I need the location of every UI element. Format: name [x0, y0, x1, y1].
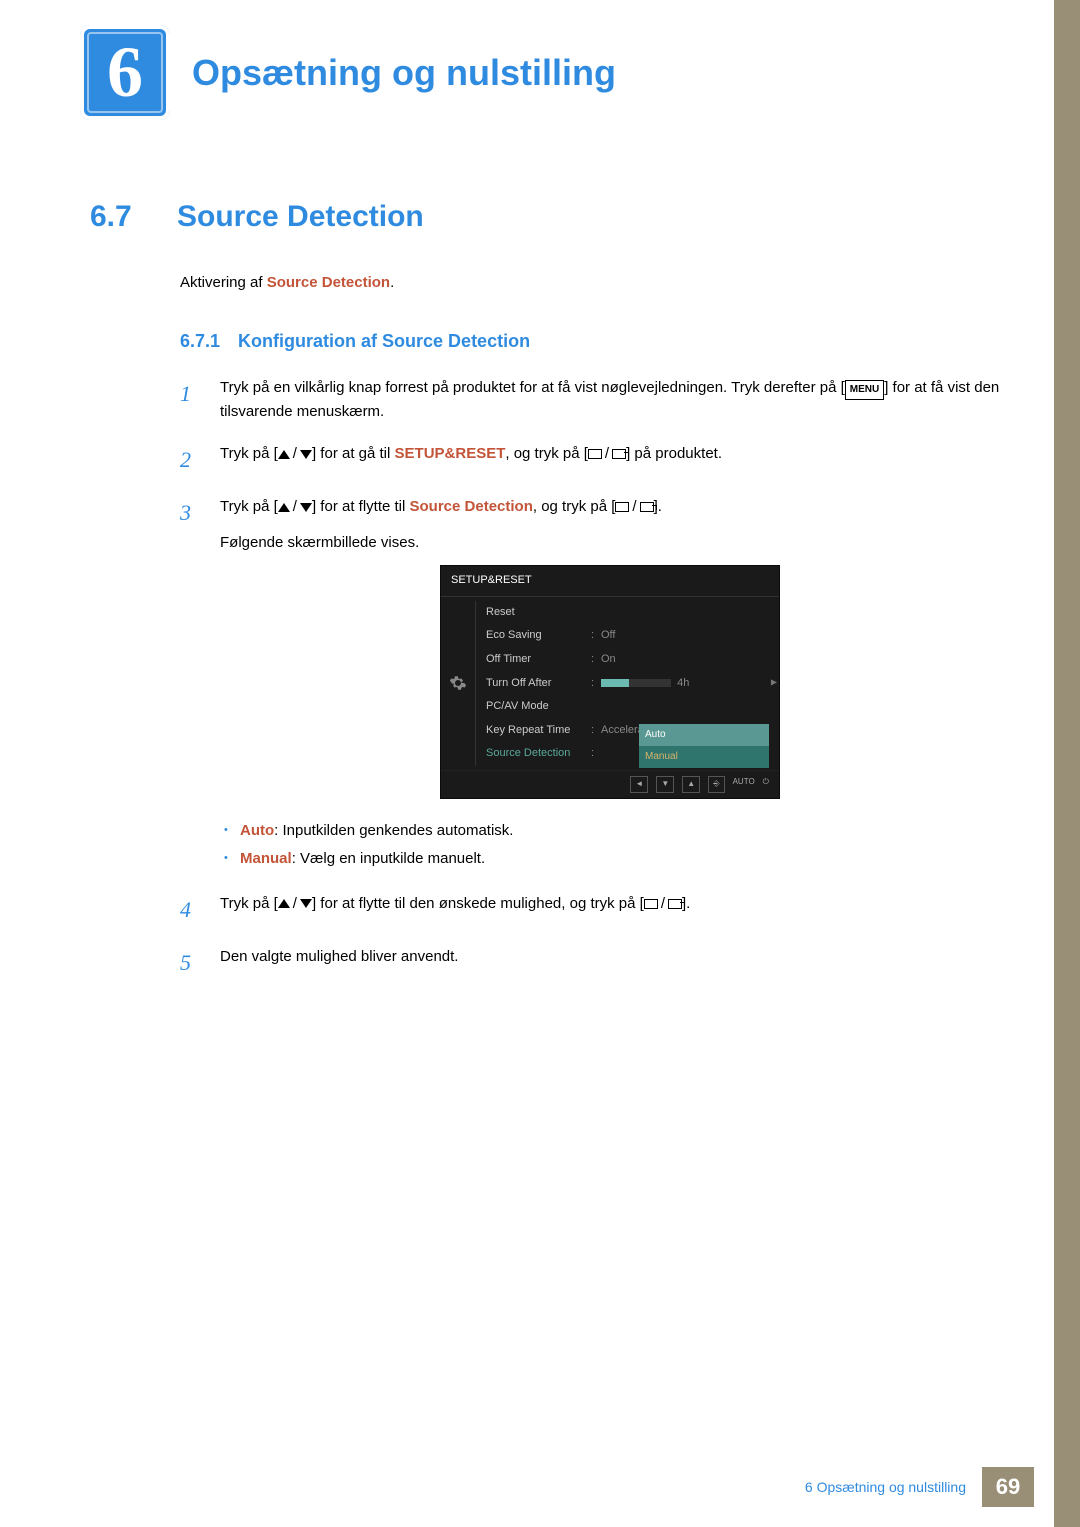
enter-source-icons: / [644, 892, 682, 916]
dropdown-option-manual: Manual [639, 746, 769, 768]
intro-prefix: Aktivering af [180, 274, 267, 291]
chapter-number: 6 [107, 31, 143, 114]
osd-row-pcav: PC/AV Mode [486, 695, 779, 719]
osd-menu: Reset Eco Saving:Off Off Timer:On Turn O… [475, 597, 779, 770]
osd-row-turnoff: Turn Off After: 4h [486, 672, 779, 696]
section-number: 6.7 [90, 200, 155, 234]
osd-panel: SETUP&RESET Reset Eco Saving:Off Off Tim… [440, 565, 780, 799]
bullet-text: : Inputkilden genkendes automatisk. [274, 822, 513, 839]
page-number: 69 [982, 1467, 1034, 1507]
step-number: 2 [180, 442, 202, 477]
chapter-header: 6 Opsætning og nulstilling [80, 25, 616, 120]
osd-btn-down: ▼ [656, 776, 674, 793]
step-4: 4 Tryk på [/] for at flytte til den ønsk… [180, 892, 1000, 927]
osd-button-bar: ◄ ▼ ▲ ⎆ AUTO ⏻ [441, 770, 779, 798]
rect-icon [644, 899, 658, 909]
up-down-icons: / [278, 892, 312, 916]
bullet-keyword: Auto [240, 822, 274, 839]
step-2: 2 Tryk på [/] for at gå til SETUP&RESET,… [180, 442, 1000, 477]
footer-text: 6 Opsætning og nulstilling [805, 1479, 966, 1495]
chapter-badge: 6 [80, 25, 170, 120]
step-text: ] for at gå til [312, 445, 395, 462]
subsection-title: Konfiguration af Source Detection [238, 331, 530, 352]
step-text: Tryk på [ [220, 445, 278, 462]
enter-source-icons: / [588, 442, 626, 466]
rect-icon [588, 449, 602, 459]
source-icon [640, 502, 654, 512]
step-number: 4 [180, 892, 202, 927]
osd-btn-up: ▲ [682, 776, 700, 793]
section-title: Source Detection [177, 200, 424, 234]
option-bullets: Auto: Inputkilden genkendes automatisk. … [220, 817, 1000, 874]
step-number: 5 [180, 945, 202, 980]
step-body: Tryk på [/] for at flytte til den ønsked… [220, 892, 1000, 927]
step-follow-text: Følgende skærmbillede vises. [220, 531, 1000, 555]
intro-keyword: Source Detection [267, 274, 390, 291]
osd-row-reset: Reset [486, 601, 779, 625]
osd-btn-left: ◄ [630, 776, 648, 793]
step-keyword: Source Detection [410, 498, 533, 515]
steps-list: 1 Tryk på en vilkårlig knap forrest på p… [180, 376, 1000, 980]
gear-icon [441, 597, 475, 770]
step-text: ] på produktet. [626, 445, 722, 462]
osd-title: SETUP&RESET [441, 566, 779, 597]
triangle-down-icon [300, 503, 312, 512]
step-text: Tryk på [ [220, 498, 278, 515]
page-footer: 6 Opsætning og nulstilling 69 [805, 1467, 1034, 1507]
chapter-title: Opsætning og nulstilling [192, 52, 616, 94]
osd-row-eco: Eco Saving:Off [486, 624, 779, 648]
triangle-down-icon [300, 450, 312, 459]
progress-bar-icon [601, 679, 671, 687]
section-heading: 6.7 Source Detection [90, 200, 1000, 234]
up-down-icons: / [278, 495, 312, 519]
subsection-number: 6.7.1 [180, 331, 220, 352]
menu-button-icon: MENU [845, 380, 884, 400]
step-body: Tryk på [/] for at flytte til Source Det… [220, 495, 1000, 874]
step-text: ] for at flytte til [312, 498, 410, 515]
osd-btn-power: ⏻ [763, 776, 769, 793]
chevron-right-icon: ▶ [771, 677, 777, 690]
content: 6.7 Source Detection Aktivering af Sourc… [90, 200, 1000, 998]
bullet-keyword: Manual [240, 850, 292, 867]
step-body: Tryk på en vilkårlig knap forrest på pro… [220, 376, 1000, 424]
step-5: 5 Den valgte mulighed bliver anvendt. [180, 945, 1000, 980]
side-stripe [1054, 0, 1080, 1527]
step-number: 3 [180, 495, 202, 874]
rect-icon [615, 502, 629, 512]
triangle-up-icon [278, 899, 290, 908]
step-keyword: SETUP&RESET [395, 445, 506, 462]
step-3: 3 Tryk på [/] for at flytte til Source D… [180, 495, 1000, 874]
subsection-heading: 6.7.1 Konfiguration af Source Detection [180, 331, 1000, 352]
bullet-text: : Vælg en inputkilde manuelt. [292, 850, 485, 867]
osd-btn-enter: ⎆ [708, 776, 724, 793]
step-text: , og tryk på [ [533, 498, 616, 515]
enter-source-icons: / [615, 495, 653, 519]
step-text: ] for at flytte til den ønskede mulighed… [312, 895, 644, 912]
intro-suffix: . [390, 274, 394, 291]
osd-body: Reset Eco Saving:Off Off Timer:On Turn O… [441, 597, 779, 770]
step-body: Tryk på [/] for at gå til SETUP&RESET, o… [220, 442, 1000, 477]
triangle-up-icon [278, 503, 290, 512]
source-icon [612, 449, 626, 459]
osd-screenshot: SETUP&RESET Reset Eco Saving:Off Off Tim… [220, 565, 1000, 799]
osd-row-offtimer: Off Timer:On [486, 648, 779, 672]
step-text: Tryk på [ [220, 895, 278, 912]
bullet-auto: Auto: Inputkilden genkendes automatisk. [220, 817, 1000, 846]
osd-btn-auto: AUTO [733, 776, 755, 793]
intro-line: Aktivering af Source Detection. [180, 274, 1000, 291]
triangle-down-icon [300, 899, 312, 908]
up-down-icons: / [278, 442, 312, 466]
step-text: Tryk på en vilkårlig knap forrest på pro… [220, 379, 845, 396]
step-text: , og tryk på [ [505, 445, 588, 462]
osd-dropdown: Auto Manual [639, 724, 769, 768]
step-1: 1 Tryk på en vilkårlig knap forrest på p… [180, 376, 1000, 424]
bullet-manual: Manual: Vælg en inputkilde manuelt. [220, 845, 1000, 874]
dropdown-option-auto: Auto [639, 724, 769, 746]
triangle-up-icon [278, 450, 290, 459]
source-icon [668, 899, 682, 909]
step-body: Den valgte mulighed bliver anvendt. [220, 945, 1000, 980]
step-number: 1 [180, 376, 202, 424]
